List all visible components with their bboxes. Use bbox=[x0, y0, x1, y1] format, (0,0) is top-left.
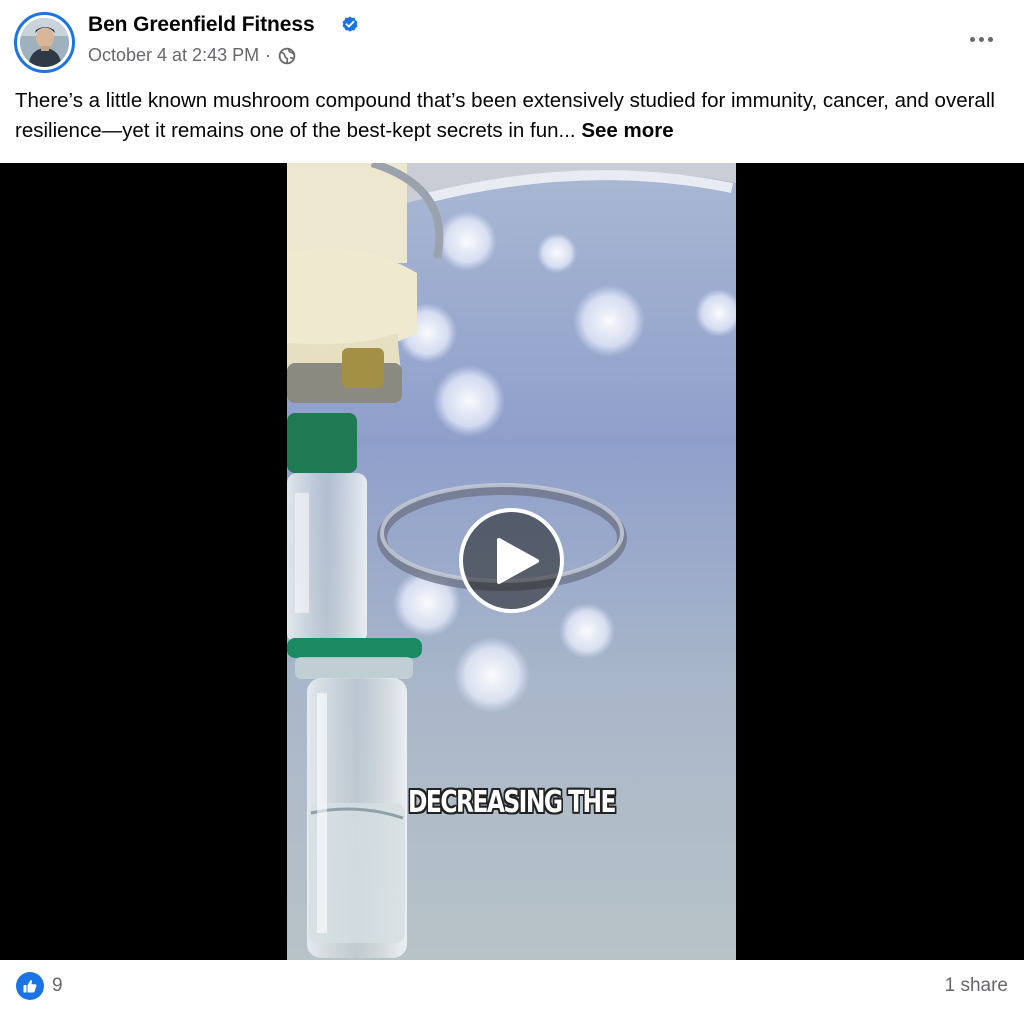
more-options-button[interactable] bbox=[965, 27, 997, 51]
post-meta: October 4 at 2:43 PM · bbox=[88, 45, 296, 66]
video-caption: DECREASING THE bbox=[408, 785, 616, 820]
reaction-count[interactable]: 9 bbox=[52, 975, 63, 997]
see-more-link[interactable]: See more bbox=[581, 119, 673, 142]
avatar[interactable] bbox=[14, 12, 75, 73]
globe-icon bbox=[278, 47, 296, 64]
verified-badge-icon bbox=[342, 16, 358, 32]
post-header: Ben Greenfield Fitness October 4 at 2:43… bbox=[0, 0, 1024, 82]
avatar-image bbox=[20, 18, 69, 67]
post-timestamp[interactable]: October 4 at 2:43 PM bbox=[88, 45, 259, 66]
dot-icon bbox=[969, 36, 975, 42]
video-player[interactable]: DECREASING THE bbox=[0, 163, 1024, 960]
dot-icon bbox=[978, 36, 984, 42]
post-footer: 9 1 share bbox=[0, 960, 1024, 1009]
thumbs-up-icon bbox=[23, 980, 37, 993]
post-body: There’s a little known mushroom compound… bbox=[15, 89, 995, 142]
dot-icon bbox=[987, 36, 993, 42]
play-icon bbox=[497, 538, 539, 584]
like-icon[interactable] bbox=[16, 972, 44, 1000]
page-name[interactable]: Ben Greenfield Fitness bbox=[88, 13, 315, 37]
post-text: There’s a little known mushroom compound… bbox=[15, 86, 1005, 146]
play-button[interactable] bbox=[459, 508, 564, 613]
meta-separator: · bbox=[265, 45, 272, 65]
share-count[interactable]: 1 share bbox=[945, 975, 1008, 997]
